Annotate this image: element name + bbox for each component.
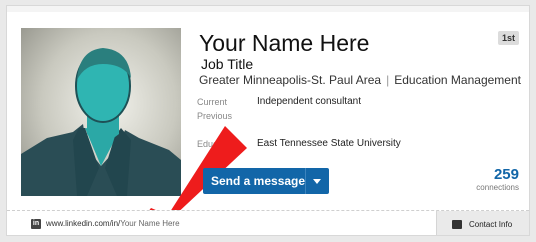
profile-photo[interactable]	[21, 28, 181, 196]
previous-label: Previous	[197, 111, 233, 121]
linkedin-icon: in	[31, 219, 41, 229]
card-top-strip	[7, 6, 529, 12]
profile-card: Your Name Here Job Title Greater Minneap…	[6, 5, 530, 236]
education-label: Education	[197, 139, 238, 149]
education-value[interactable]: East Tennessee State University	[257, 138, 401, 149]
industry-text[interactable]: Education Management	[394, 73, 521, 87]
connections-label: connections	[476, 183, 519, 192]
url-prefix: www.linkedin.com/in/	[46, 219, 121, 228]
profile-name: Your Name Here	[199, 30, 370, 56]
contact-card-icon	[452, 220, 462, 229]
contact-info-button[interactable]: Contact Info	[436, 211, 529, 235]
send-message-label: Send a message	[211, 174, 306, 188]
chevron-down-icon	[313, 179, 321, 184]
current-value[interactable]: Independent consultant	[257, 96, 361, 107]
profile-footer: in www.linkedin.com/in/Your Name Here Co…	[7, 210, 529, 235]
url-name: Your Name Here	[120, 219, 180, 228]
public-profile-url[interactable]: www.linkedin.com/in/Your Name Here	[46, 219, 180, 228]
connections-count[interactable]: 259	[494, 166, 519, 183]
job-title: Job Title	[201, 56, 254, 72]
connection-degree-badge: 1st	[497, 31, 519, 45]
send-message-button[interactable]: Send a message	[203, 168, 329, 194]
contact-info-label: Contact Info	[469, 220, 513, 229]
location-separator: |	[386, 73, 390, 87]
location-text[interactable]: Greater Minneapolis-St. Paul Area	[199, 73, 381, 87]
current-label: Current	[197, 97, 228, 107]
location-line: Greater Minneapolis-St. Paul Area | Educat…	[199, 73, 521, 87]
send-message-dropdown[interactable]	[305, 168, 329, 194]
